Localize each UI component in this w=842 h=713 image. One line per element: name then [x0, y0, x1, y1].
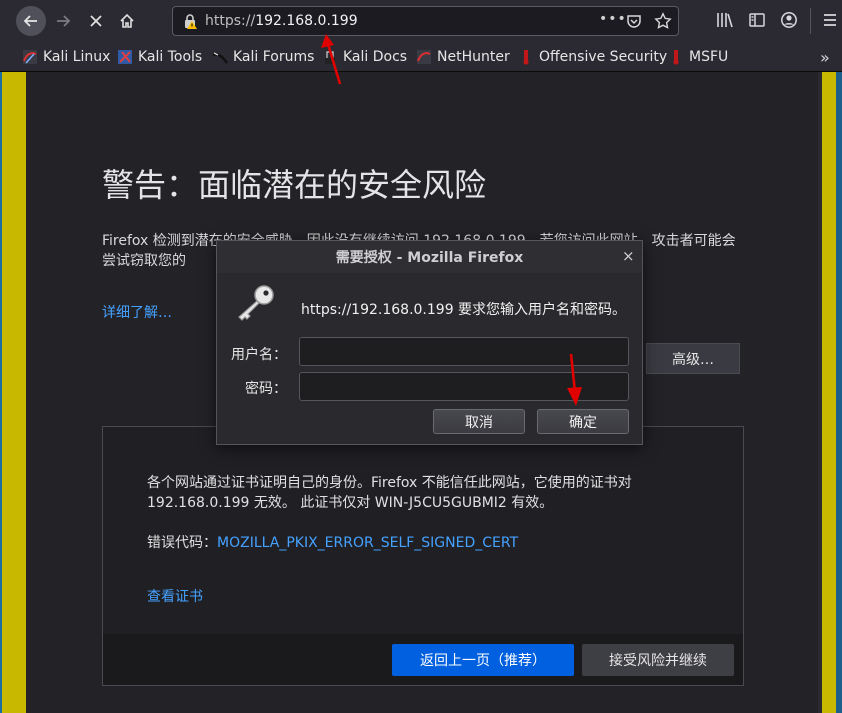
nethunter-icon	[417, 50, 431, 64]
dialog-message: https://192.168.0.199 要求您输入用户名和密码。	[301, 302, 627, 318]
bookmark-star-icon[interactable]	[654, 12, 672, 34]
url-text[interactable]: https://192.168.0.199	[205, 13, 358, 29]
bookmark-kali-forums[interactable]: Kali Forums	[212, 48, 314, 66]
dialog-title: 需要授权 - Mozilla Firefox	[217, 241, 642, 273]
insecure-lock-icon[interactable]	[182, 13, 198, 33]
home-button[interactable]	[112, 6, 142, 36]
back-button[interactable]	[16, 6, 46, 36]
error-code-line: 错误代码：MOZILLA_PKIX_ERROR_SELF_SIGNED_CERT	[147, 532, 518, 552]
url-host: 192.168.0.199	[255, 13, 358, 29]
accept-risk-button[interactable]: 接受风险并继续	[582, 644, 734, 676]
bookmark-label: Kali Forums	[233, 49, 315, 65]
password-label: 密码：	[245, 381, 287, 397]
warning-title: 警告：面临潜在的安全风险	[102, 166, 487, 204]
close-icon	[90, 15, 102, 27]
cancel-button[interactable]: 取消	[433, 409, 525, 434]
arrow-left-icon	[23, 15, 37, 27]
bookmark-label: Offensive Security	[539, 49, 668, 65]
error-code-link[interactable]: MOZILLA_PKIX_ERROR_SELF_SIGNED_CERT	[217, 535, 518, 551]
learn-more-link[interactable]: 详细了解…	[102, 302, 172, 322]
bookmark-offensive-security[interactable]: Offensive Security	[518, 48, 667, 66]
bookmark-label: Kali Linux	[43, 49, 111, 65]
sidebar-icon[interactable]	[748, 11, 766, 33]
bookmark-label: MSFU	[689, 49, 729, 65]
error-code-label: 错误代码：	[147, 535, 217, 551]
screenshot-root: https://192.168.0.199 ••• Kali Linux Kal…	[0, 0, 842, 713]
kali-dragon-icon	[23, 50, 37, 64]
advanced-button[interactable]: 高级…	[646, 343, 740, 374]
go-back-button[interactable]: 返回上一页（推荐）	[392, 644, 574, 676]
auth-dialog: 需要授权 - Mozilla Firefox × https://192.168…	[216, 240, 643, 445]
advanced-explanation: 各个网站通过证书证明自己的身份。Firefox 不能信任此网站，它使用的证书对 …	[147, 475, 632, 511]
desktop-edge	[0, 72, 2, 713]
kali-tools-icon	[118, 50, 132, 64]
bookmark-kali-tools[interactable]: Kali Tools	[117, 48, 202, 66]
hamburger-menu-icon[interactable]	[822, 11, 838, 33]
browser-toolbar: https://192.168.0.199 •••	[0, 0, 842, 42]
annotation-arrow-ok	[567, 353, 582, 406]
view-certificate-link[interactable]: 查看证书	[147, 586, 203, 606]
bookmark-msfu[interactable]: MSFU	[668, 48, 728, 66]
username-label: 用户名：	[231, 347, 287, 363]
stop-loading-button[interactable]	[81, 6, 111, 36]
desktop-background-left	[0, 72, 26, 713]
bookmark-kali-linux[interactable]: Kali Linux	[22, 48, 110, 66]
desktop-background-right	[818, 72, 836, 713]
url-bar[interactable]: https://192.168.0.199 •••	[172, 6, 679, 36]
window-edge	[818, 72, 822, 713]
library-icon[interactable]	[716, 11, 734, 33]
annotation-arrow-url	[321, 34, 342, 85]
bookmarks-overflow-chevron-icon[interactable]: »	[820, 48, 830, 67]
toolbar-separator	[810, 8, 811, 34]
bookmark-label: Kali Docs	[343, 49, 408, 65]
page-actions-button[interactable]: •••	[599, 11, 627, 27]
dialog-close-button[interactable]: ×	[622, 247, 635, 265]
ok-button[interactable]: 确定	[537, 409, 629, 434]
key-icon	[233, 283, 277, 327]
bookmarks-toolbar: Kali Linux Kali Tools Kali Forums Kali D…	[0, 42, 842, 72]
kali-forums-icon	[212, 52, 228, 64]
bookmark-label: NetHunter	[437, 49, 510, 65]
offsec-icon	[523, 50, 529, 65]
desktop-panel-right	[836, 72, 842, 713]
account-icon[interactable]	[780, 11, 798, 33]
bookmark-nethunter[interactable]: NetHunter	[416, 48, 510, 66]
url-scheme: https://	[205, 13, 256, 29]
msfu-icon	[673, 50, 679, 65]
home-icon	[120, 13, 134, 28]
arrow-right-icon	[57, 15, 71, 27]
forward-button[interactable]	[48, 6, 78, 36]
bookmark-label: Kali Tools	[138, 49, 203, 65]
pocket-icon[interactable]	[626, 13, 642, 33]
